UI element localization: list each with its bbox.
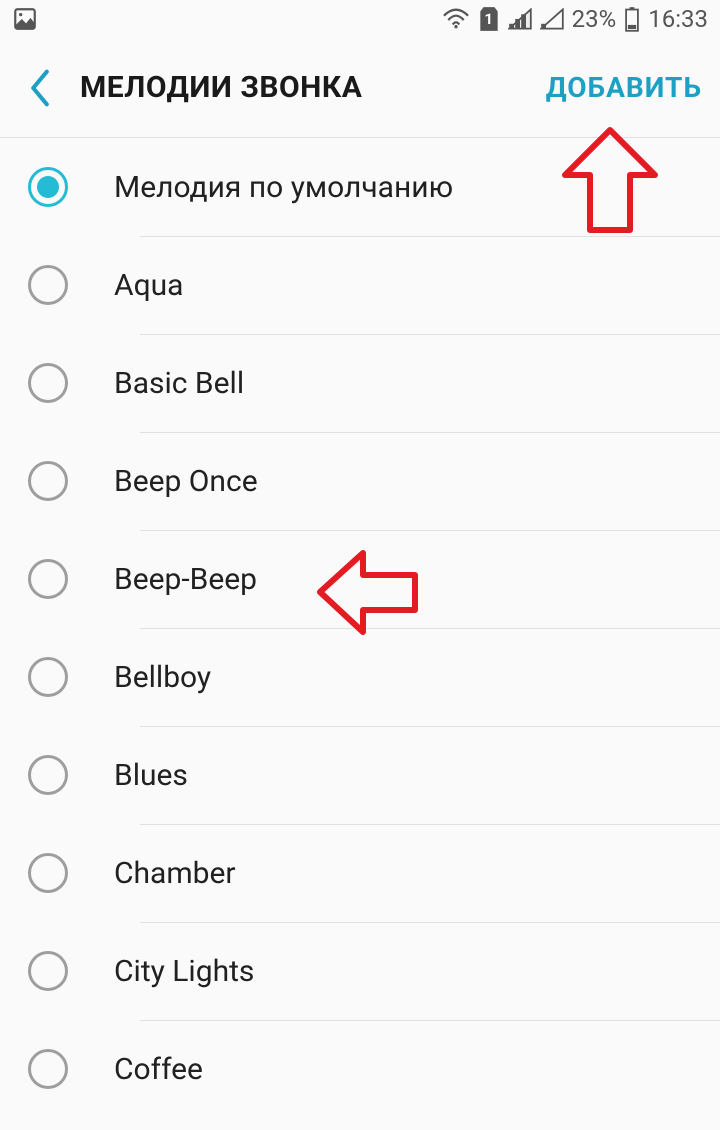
radio[interactable] (28, 951, 68, 991)
ringtone-label: Мелодия по умолчанию (114, 170, 453, 205)
signal-1-icon (508, 8, 532, 30)
ringtone-row[interactable]: Basic Bell (28, 334, 720, 432)
wifi-icon (442, 8, 470, 30)
status-bar: 1 23% 16:33 (0, 0, 720, 38)
ringtone-row[interactable]: Coffee (28, 1020, 720, 1118)
image-icon (12, 6, 38, 32)
back-button[interactable] (10, 58, 70, 118)
battery-icon (624, 6, 640, 32)
radio[interactable] (28, 1049, 68, 1089)
ringtone-row[interactable]: Chamber (28, 824, 720, 922)
ringtone-row[interactable]: Bellboy (28, 628, 720, 726)
ringtone-label: Chamber (114, 856, 236, 891)
page-title: МЕЛОДИИ ЗВОНКА (80, 70, 362, 105)
ringtone-row[interactable]: Beep Once (28, 432, 720, 530)
ringtone-label: Bellboy (114, 660, 211, 695)
ringtone-row[interactable]: Мелодия по умолчанию (28, 138, 720, 236)
sim-icon: 1 (478, 6, 500, 32)
ringtone-label: Aqua (114, 268, 183, 303)
ringtone-row[interactable]: City Lights (28, 922, 720, 1020)
radio[interactable] (28, 265, 68, 305)
ringtone-row[interactable]: Blues (28, 726, 720, 824)
battery-percent: 23% (572, 5, 617, 33)
radio[interactable] (28, 755, 68, 795)
clock: 16:33 (648, 5, 708, 33)
signal-2-icon (540, 8, 564, 30)
app-bar: МЕЛОДИИ ЗВОНКА ДОБАВИТЬ (0, 38, 720, 138)
radio[interactable] (28, 657, 68, 697)
ringtone-label: Beep-Beep (114, 562, 257, 597)
ringtone-label: Coffee (114, 1052, 203, 1087)
sim-number: 1 (478, 10, 500, 28)
ringtone-label: Beep Once (114, 464, 258, 499)
radio[interactable] (28, 853, 68, 893)
ringtone-row[interactable]: Beep-Beep (28, 530, 720, 628)
chevron-left-icon (28, 69, 52, 107)
radio-selected[interactable] (28, 167, 68, 207)
ringtone-label: Blues (114, 758, 188, 793)
ringtone-label: City Lights (114, 954, 254, 989)
ringtone-list: Мелодия по умолчанию Aqua Basic Bell Bee… (0, 138, 720, 1118)
ringtone-label: Basic Bell (114, 366, 244, 401)
radio[interactable] (28, 559, 68, 599)
add-button[interactable]: ДОБАВИТЬ (546, 71, 702, 104)
ringtone-row[interactable]: Aqua (28, 236, 720, 334)
radio[interactable] (28, 363, 68, 403)
radio[interactable] (28, 461, 68, 501)
